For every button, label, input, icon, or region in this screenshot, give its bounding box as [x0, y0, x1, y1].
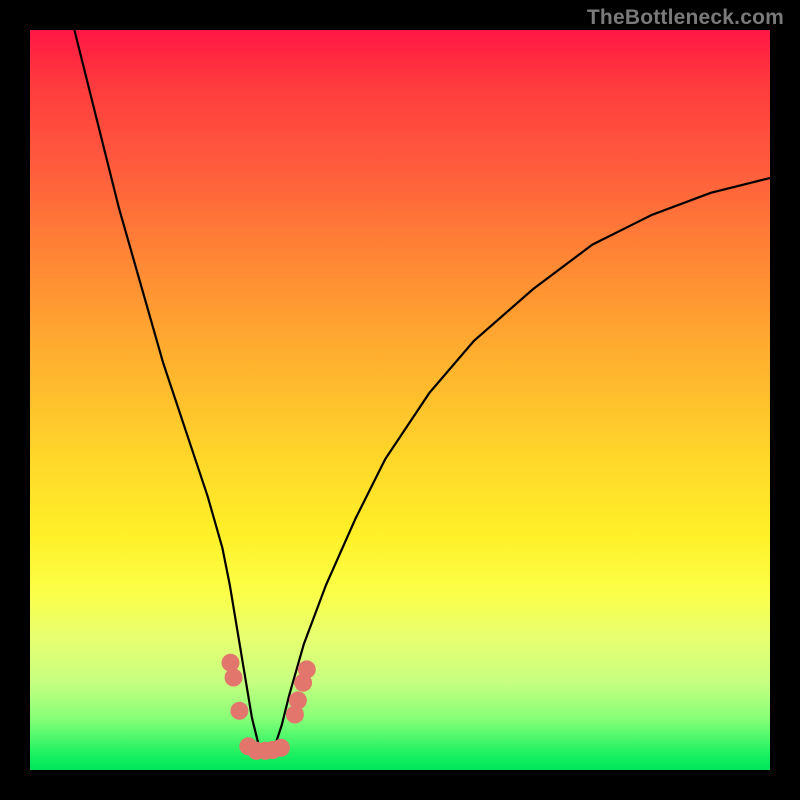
marker-point	[289, 691, 307, 709]
marker-point	[298, 660, 316, 678]
marker-point	[272, 739, 290, 757]
curve-svg	[30, 30, 770, 770]
plot-area	[30, 30, 770, 770]
bottleneck-curve	[74, 30, 770, 755]
watermark-text: TheBottleneck.com	[587, 6, 784, 30]
marker-point	[222, 654, 240, 672]
marker-point	[225, 669, 243, 687]
highlight-markers	[222, 654, 316, 760]
marker-point	[230, 702, 248, 720]
chart-frame: TheBottleneck.com	[0, 0, 800, 800]
